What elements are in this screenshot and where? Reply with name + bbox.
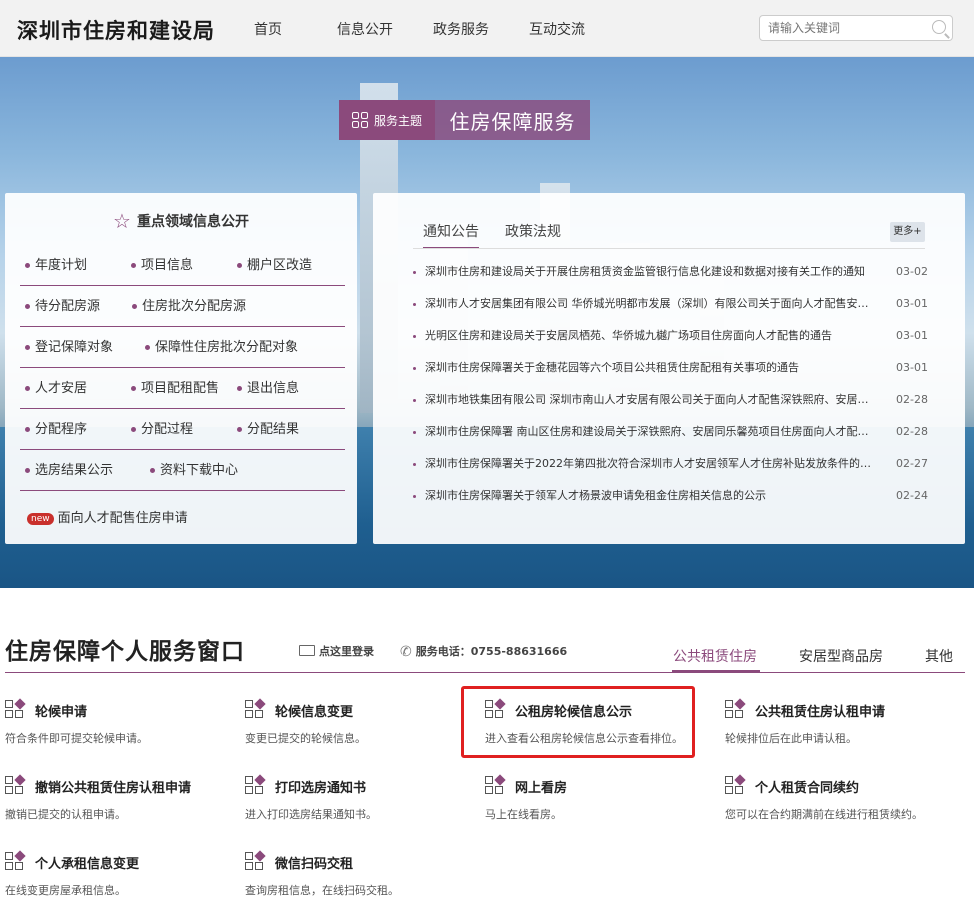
service-icon bbox=[485, 774, 507, 796]
site-logo[interactable]: 深圳市住房和建设局 bbox=[17, 15, 215, 45]
service-phone: ✆ 服务电话：0755-88631666 bbox=[400, 644, 568, 660]
new-badge: new bbox=[27, 513, 54, 525]
search-icon[interactable] bbox=[932, 20, 946, 34]
link-project-info[interactable]: 项目信息 bbox=[129, 245, 193, 286]
key-info-title: 重点领域信息公开 bbox=[136, 214, 249, 230]
star-icon: ☆ bbox=[113, 209, 131, 233]
tab-public-rental[interactable]: 公共租赁住房 bbox=[673, 646, 757, 666]
notice-item[interactable]: 深圳市地铁集团有限公司 深圳市南山人才安居有限公司关于面向人才配售深铁熙府、安居… bbox=[413, 384, 928, 416]
notice-item[interactable]: 深圳市住房保障署关于金穗花园等六个项目公共租赁住房配租有关事项的通告 03-01 bbox=[413, 352, 928, 384]
service-theme-badge: 服务主题 住房保障服务 bbox=[339, 100, 590, 140]
service-cancel-rental-application[interactable]: 撤销公共租赁住房认租申请 撤销已提交的认租申请。 bbox=[5, 773, 235, 833]
link-exit-info[interactable]: 退出信息 bbox=[235, 368, 299, 409]
tab-affordable-housing[interactable]: 安居型商品房 bbox=[799, 646, 883, 666]
link-project-allocation[interactable]: 项目配租配售 bbox=[129, 368, 219, 409]
grid-icon bbox=[351, 112, 368, 128]
key-info-row: 年度计划 项目信息 棚户区改造 bbox=[20, 245, 345, 286]
link-pending-housing[interactable]: 待分配房源 bbox=[23, 286, 100, 327]
service-icon bbox=[5, 774, 27, 796]
phone-icon: ✆ bbox=[400, 644, 412, 660]
service-contract-renewal[interactable]: 个人租赁合同续约 您可以在合约期满前在线进行租赁续约。 bbox=[725, 773, 955, 833]
service-wechat-pay-rent[interactable]: 微信扫码交租 查询房租信息，在线扫码交租。 bbox=[245, 849, 475, 909]
link-annual-plan[interactable]: 年度计划 bbox=[23, 245, 87, 286]
link-download-center[interactable]: 资料下载中心 bbox=[148, 450, 238, 491]
talent-sale-application-link[interactable]: new 面向人才配售住房申请 bbox=[27, 507, 188, 526]
link-allocation-result[interactable]: 分配结果 bbox=[235, 409, 299, 450]
notice-item[interactable]: 深圳市住房保障署 南山区住房和建设局关于深铁熙府、安居同乐馨苑项目住房面向人才配… bbox=[413, 416, 928, 448]
notice-item[interactable]: 深圳市人才安居集团有限公司 华侨城光明都市发展（深圳）有限公司关于面向人才配售安… bbox=[413, 288, 928, 320]
service-icon bbox=[725, 774, 747, 796]
link-selection-results[interactable]: 选房结果公示 bbox=[23, 450, 113, 491]
login-link[interactable]: 点这里登录 bbox=[299, 643, 374, 659]
service-icon bbox=[5, 698, 27, 720]
more-button[interactable]: 更多+ bbox=[890, 222, 925, 242]
notices-panel: 通知公告 政策法规 更多+ 深圳市住房和建设局关于开展住房租赁资金监管银行信息化… bbox=[373, 193, 965, 544]
key-info-row: 人才安居 项目配租配售 退出信息 bbox=[20, 368, 345, 409]
theme-title: 住房保障服务 bbox=[435, 100, 590, 140]
service-icon bbox=[245, 774, 267, 796]
notice-item[interactable]: 深圳市住房保障署关于2022年第四批次符合深圳市人才安居领军人才住房补贴发放条件… bbox=[413, 448, 928, 480]
key-info-row: 待分配房源 住房批次分配房源 bbox=[20, 286, 345, 327]
highlight-box bbox=[461, 686, 695, 758]
service-rental-application[interactable]: 公共租赁住房认租申请 轮候排位后在此申请认租。 bbox=[725, 697, 955, 757]
tab-other[interactable]: 其他 bbox=[925, 646, 953, 666]
service-icon bbox=[725, 698, 747, 720]
nav-home[interactable]: 首页 bbox=[254, 19, 282, 39]
notice-item[interactable]: 深圳市住房保障署关于领军人才杨景波申请免租金住房相关信息的公示 02-24 bbox=[413, 480, 928, 512]
link-allocation-procedure[interactable]: 分配程序 bbox=[23, 409, 87, 450]
notice-item[interactable]: 光明区住房和建设局关于安居凤栖苑、华侨城九樾广场项目住房面向人才配售的通告 03-… bbox=[413, 320, 928, 352]
link-batch-targets[interactable]: 保障性住房批次分配对象 bbox=[143, 327, 298, 368]
key-info-row: 分配程序 分配过程 分配结果 bbox=[20, 409, 345, 450]
link-batch-housing[interactable]: 住房批次分配房源 bbox=[130, 286, 246, 327]
key-info-panel: ☆ 重点领域信息公开 年度计划 项目信息 棚户区改造 待分配房源 住房批次分配房源… bbox=[5, 193, 357, 544]
search-box bbox=[759, 15, 953, 41]
service-icon bbox=[245, 698, 267, 720]
nav-gov-services[interactable]: 政务服务 bbox=[433, 19, 489, 39]
nav-interaction[interactable]: 互动交流 bbox=[529, 19, 585, 39]
link-shantytown[interactable]: 棚户区改造 bbox=[235, 245, 312, 286]
key-info-row: 登记保障对象 保障性住房批次分配对象 bbox=[20, 327, 345, 368]
theme-badge-label: 服务主题 bbox=[373, 113, 422, 128]
service-queue-info-change[interactable]: 轮候信息变更 变更已提交的轮候信息。 bbox=[245, 697, 475, 757]
link-allocation-process[interactable]: 分配过程 bbox=[129, 409, 193, 450]
service-icon bbox=[5, 850, 27, 872]
service-icon bbox=[245, 850, 267, 872]
site-header: 深圳市住房和建设局 首页 信息公开 政务服务 互动交流 bbox=[0, 0, 974, 57]
services-title: 住房保障个人服务窗口 bbox=[5, 639, 245, 665]
key-info-row: 选房结果公示 资料下载中心 bbox=[20, 450, 345, 491]
service-queue-application[interactable]: 轮候申请 符合条件即可提交轮候申请。 bbox=[5, 697, 235, 757]
notice-item[interactable]: 深圳市住房和建设局关于开展住房租赁资金监管银行信息化建设和数据对接有关工作的通知… bbox=[413, 256, 928, 288]
link-register-targets[interactable]: 登记保障对象 bbox=[23, 327, 113, 368]
link-talent-housing[interactable]: 人才安居 bbox=[23, 368, 87, 409]
service-tenant-info-change[interactable]: 个人承租信息变更 在线变更房屋承租信息。 bbox=[5, 849, 235, 909]
monitor-icon bbox=[299, 645, 315, 656]
tab-notices[interactable]: 通知公告 bbox=[423, 221, 479, 249]
nav-info-disclosure[interactable]: 信息公开 bbox=[337, 19, 393, 39]
service-print-notice[interactable]: 打印选房通知书 进入打印选房结果通知书。 bbox=[245, 773, 475, 833]
search-input[interactable] bbox=[760, 16, 920, 40]
service-online-viewing[interactable]: 网上看房 马上在线看房。 bbox=[485, 773, 715, 833]
tab-policies[interactable]: 政策法规 bbox=[505, 221, 561, 249]
